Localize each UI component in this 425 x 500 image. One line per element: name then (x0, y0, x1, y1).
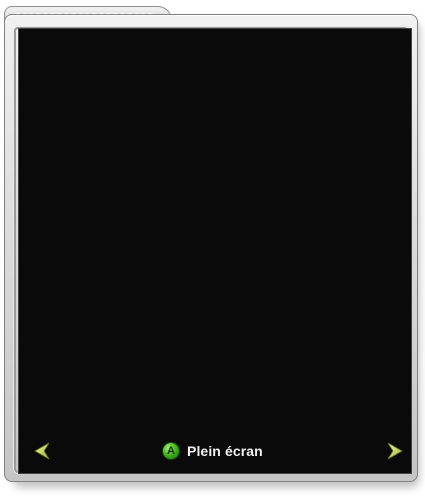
previous-button[interactable] (33, 442, 51, 460)
arrow-left-icon (34, 442, 50, 460)
fullscreen-action[interactable]: A Plein écran (162, 441, 263, 461)
next-button[interactable] (386, 442, 404, 460)
video-screen[interactable] (18, 28, 412, 474)
a-button-icon: A (162, 442, 180, 460)
arrow-right-icon (387, 442, 403, 460)
media-panel: A Plein écran (0, 0, 425, 500)
fullscreen-label: Plein écran (187, 443, 263, 459)
